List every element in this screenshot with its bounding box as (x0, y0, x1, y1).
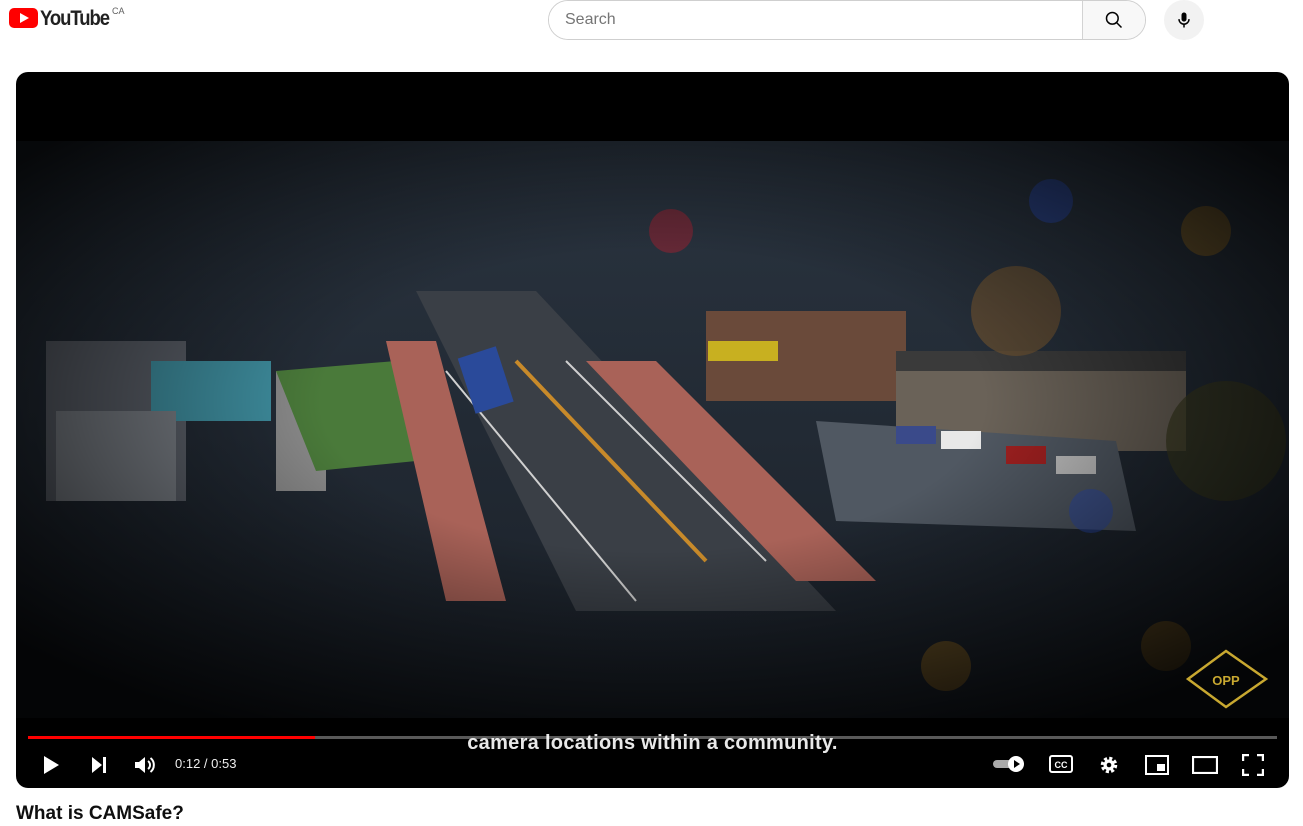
next-icon (92, 757, 106, 773)
search-icon (1105, 11, 1123, 29)
region-label: CA (112, 6, 125, 16)
captions-button[interactable]: CC (1046, 752, 1076, 776)
miniplayer-icon (1145, 755, 1169, 775)
theater-mode-icon (1192, 756, 1218, 774)
video-frame[interactable]: OPP (16, 141, 1289, 718)
captions-icon: CC (1049, 755, 1073, 773)
video-player[interactable]: OPP camera locations within a community.… (16, 72, 1289, 788)
logo-text: YouTube (40, 7, 110, 30)
miniplayer-button[interactable] (1142, 752, 1172, 778)
opp-watermark-text: OPP (1212, 673, 1240, 688)
time-display: 0:12 / 0:53 (175, 756, 237, 771)
autoplay-toggle[interactable] (991, 753, 1027, 775)
progress-played (28, 736, 316, 739)
volume-icon (135, 757, 155, 773)
search-bar (548, 0, 1146, 40)
search-button[interactable] (1082, 1, 1145, 39)
search-input[interactable] (549, 1, 1082, 39)
captions-label: CC (1055, 760, 1068, 770)
video-scene-image: OPP (16, 141, 1289, 718)
autoplay-toggle-icon (993, 756, 1024, 772)
progress-bar[interactable] (28, 736, 1277, 739)
settings-icon (1100, 756, 1118, 774)
volume-button[interactable] (130, 752, 160, 778)
play-button[interactable] (36, 752, 66, 778)
play-icon (44, 756, 59, 774)
video-title: What is CAMSafe? (16, 803, 184, 824)
microphone-icon (1178, 12, 1190, 28)
theater-mode-button[interactable] (1190, 752, 1220, 778)
youtube-logo[interactable]: YouTube CA (9, 6, 125, 30)
settings-button[interactable] (1094, 752, 1124, 778)
voice-search-button[interactable] (1164, 0, 1204, 40)
fullscreen-icon (1242, 754, 1264, 776)
fullscreen-button[interactable] (1238, 752, 1268, 778)
next-button[interactable] (84, 752, 114, 778)
player-controls: 0:12 / 0:53 CC (16, 740, 1289, 788)
youtube-play-logo-icon (9, 8, 38, 28)
